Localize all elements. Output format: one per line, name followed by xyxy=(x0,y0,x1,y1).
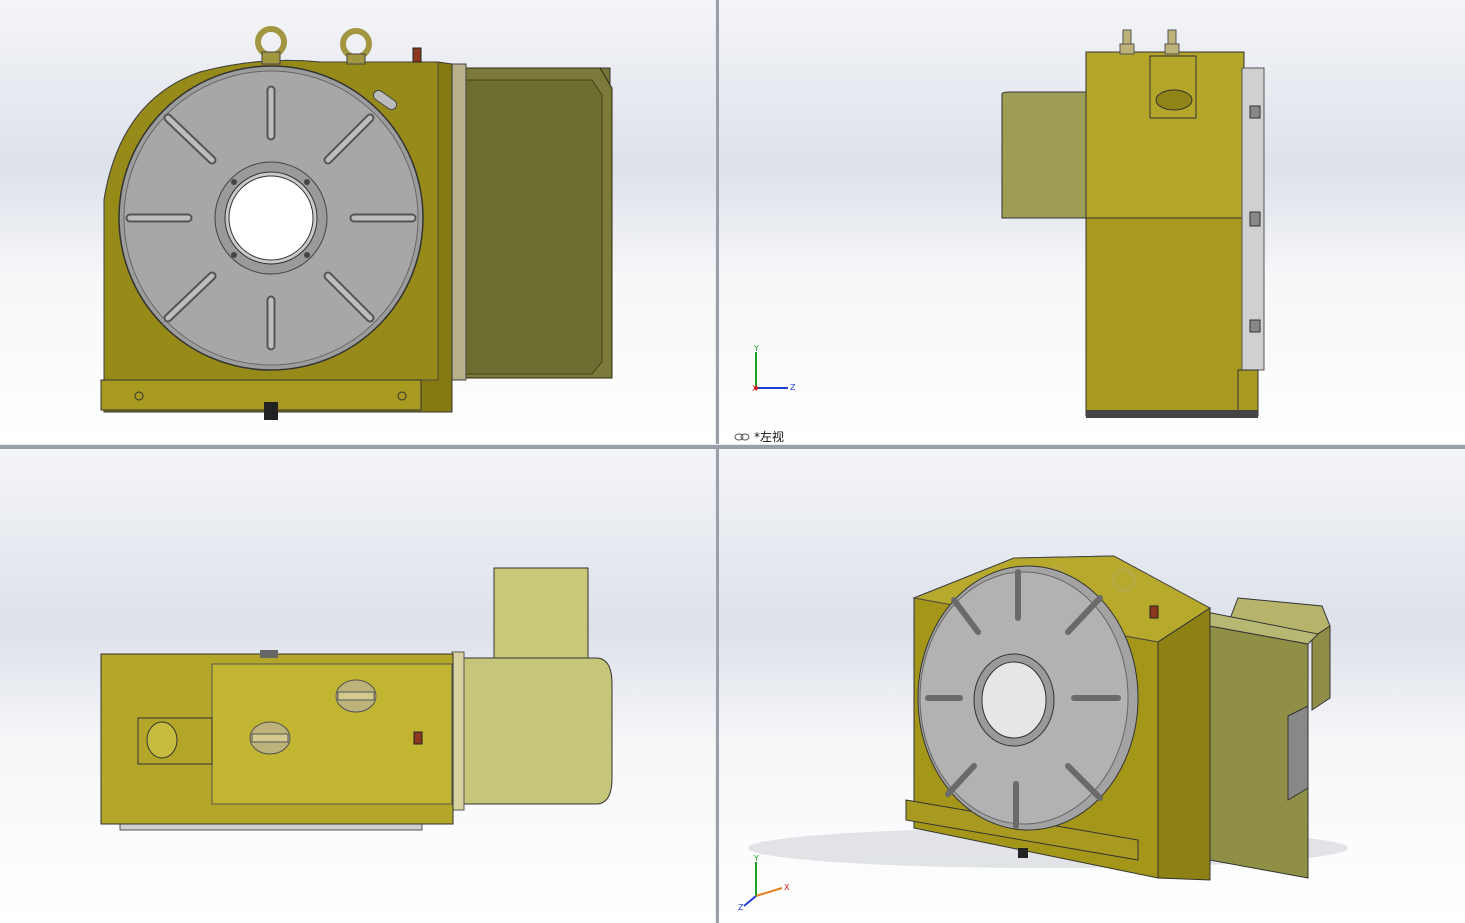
triad-x-label-iso: X xyxy=(784,883,790,892)
viewport-left[interactable]: Y Z X *左视 xyxy=(718,0,1465,444)
viewport-splitter-vertical[interactable] xyxy=(715,0,719,923)
triad-z-label: Z xyxy=(790,383,796,392)
viewport-isometric[interactable]: Y X Z xyxy=(718,448,1465,923)
viewport-front[interactable] xyxy=(0,0,715,444)
view-triad xyxy=(743,862,783,907)
isometric-view-model[interactable] xyxy=(718,448,1465,923)
triad-x-label: X xyxy=(752,384,758,393)
view-name-text: *左视 xyxy=(754,430,785,444)
link-view-icon xyxy=(734,433,750,440)
view-triad xyxy=(754,352,788,390)
viewport-splitter-horizontal[interactable] xyxy=(0,444,1465,449)
top-view-model[interactable] xyxy=(0,448,715,923)
triad-z-label-iso: Z xyxy=(738,903,744,912)
viewport-top[interactable] xyxy=(0,448,715,923)
front-view-model[interactable] xyxy=(0,0,715,444)
triad-y-label-iso: Y xyxy=(754,854,759,863)
triad-y-label: Y xyxy=(754,344,759,353)
view-name-label[interactable]: *左视 xyxy=(734,428,784,444)
left-view-model[interactable] xyxy=(718,0,1465,444)
